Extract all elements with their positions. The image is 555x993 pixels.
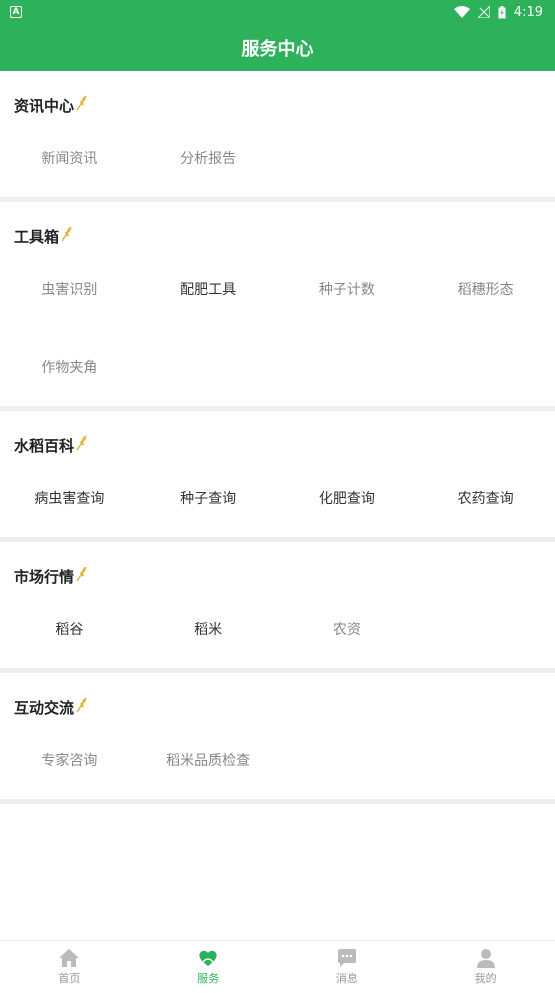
section-title: 互动交流	[14, 699, 75, 717]
grid-item-crop-angle[interactable]: 作物夹角	[0, 328, 139, 406]
grid-item-analysis-report[interactable]: 分析报告	[139, 119, 278, 197]
nav-service[interactable]: 服务	[139, 941, 278, 993]
nav-message-label: 消息	[335, 972, 358, 985]
notification-icon: A	[10, 6, 22, 18]
battery-icon	[498, 5, 506, 18]
wifi-icon	[453, 6, 470, 18]
page-title: 服务中心	[241, 38, 314, 60]
section-rice-encyclopedia: 水稻百科 病虫害查询 种子查询 化肥查询 农药查询	[0, 411, 555, 542]
wheat-icon	[61, 226, 72, 241]
nav-home[interactable]: 首页	[0, 941, 139, 993]
grid-item-expert-consult[interactable]: 专家咨询	[0, 721, 139, 799]
grid-item-pest-identify[interactable]: 虫害识别	[0, 250, 139, 328]
grid-item-agri-supplies[interactable]: 农资	[278, 590, 417, 668]
status-bar: A 4:19	[0, 0, 555, 24]
wheat-icon	[76, 566, 87, 581]
section-toolbox: 工具箱 虫害识别 配肥工具 种子计数 稻穗形态 作物夹角	[0, 202, 555, 411]
section-market: 市场行情 稻谷 稻米 农资	[0, 542, 555, 673]
section-title: 水稻百科	[14, 437, 75, 455]
grid-item-disease-query[interactable]: 病虫害查询	[0, 459, 139, 537]
user-icon	[476, 949, 495, 968]
nav-message[interactable]: 消息	[278, 941, 417, 993]
section-news: 资讯中心 新闻资讯 分析报告	[0, 71, 555, 202]
grid-item-pesticide-query[interactable]: 农药查询	[416, 459, 555, 537]
section-title: 工具箱	[14, 228, 60, 246]
app-bar: 服务中心	[0, 24, 555, 71]
home-icon	[59, 949, 80, 967]
grid-item-fertilizer-query[interactable]: 化肥查询	[278, 459, 417, 537]
clock: 4:19	[513, 4, 543, 20]
grid-item-panicle-morphology[interactable]: 稻穗形态	[416, 250, 555, 328]
wheat-icon	[76, 95, 87, 110]
grid-item-paddy[interactable]: 稻谷	[0, 590, 139, 668]
grid-item-fertilizer-tool[interactable]: 配肥工具	[139, 250, 278, 328]
main-content: 资讯中心 新闻资讯 分析报告 工具箱 虫害识别 配肥工具 种子计数 稻穗形态 作…	[0, 71, 555, 804]
section-interaction: 互动交流 专家咨询 稻米品质检查	[0, 673, 555, 804]
nav-home-label: 首页	[58, 972, 81, 985]
grid-item-news[interactable]: 新闻资讯	[0, 119, 139, 197]
message-icon	[337, 949, 356, 967]
nav-mine[interactable]: 我的	[416, 941, 555, 993]
wheat-icon	[76, 697, 87, 712]
nav-mine-label: 我的	[474, 972, 497, 985]
bottom-nav: 首页 服务 消息 我的	[0, 940, 555, 993]
grid-item-rice-quality-check[interactable]: 稻米品质检查	[139, 721, 278, 799]
section-title: 资讯中心	[14, 97, 75, 115]
wheat-icon	[76, 435, 87, 450]
section-title: 市场行情	[14, 568, 75, 586]
nav-service-label: 服务	[197, 972, 220, 985]
grid-item-seed-query[interactable]: 种子查询	[139, 459, 278, 537]
service-heart-icon	[199, 950, 217, 966]
grid-item-seed-count[interactable]: 种子计数	[278, 250, 417, 328]
grid-item-rice[interactable]: 稻米	[139, 590, 278, 668]
signal-icon	[477, 6, 490, 18]
